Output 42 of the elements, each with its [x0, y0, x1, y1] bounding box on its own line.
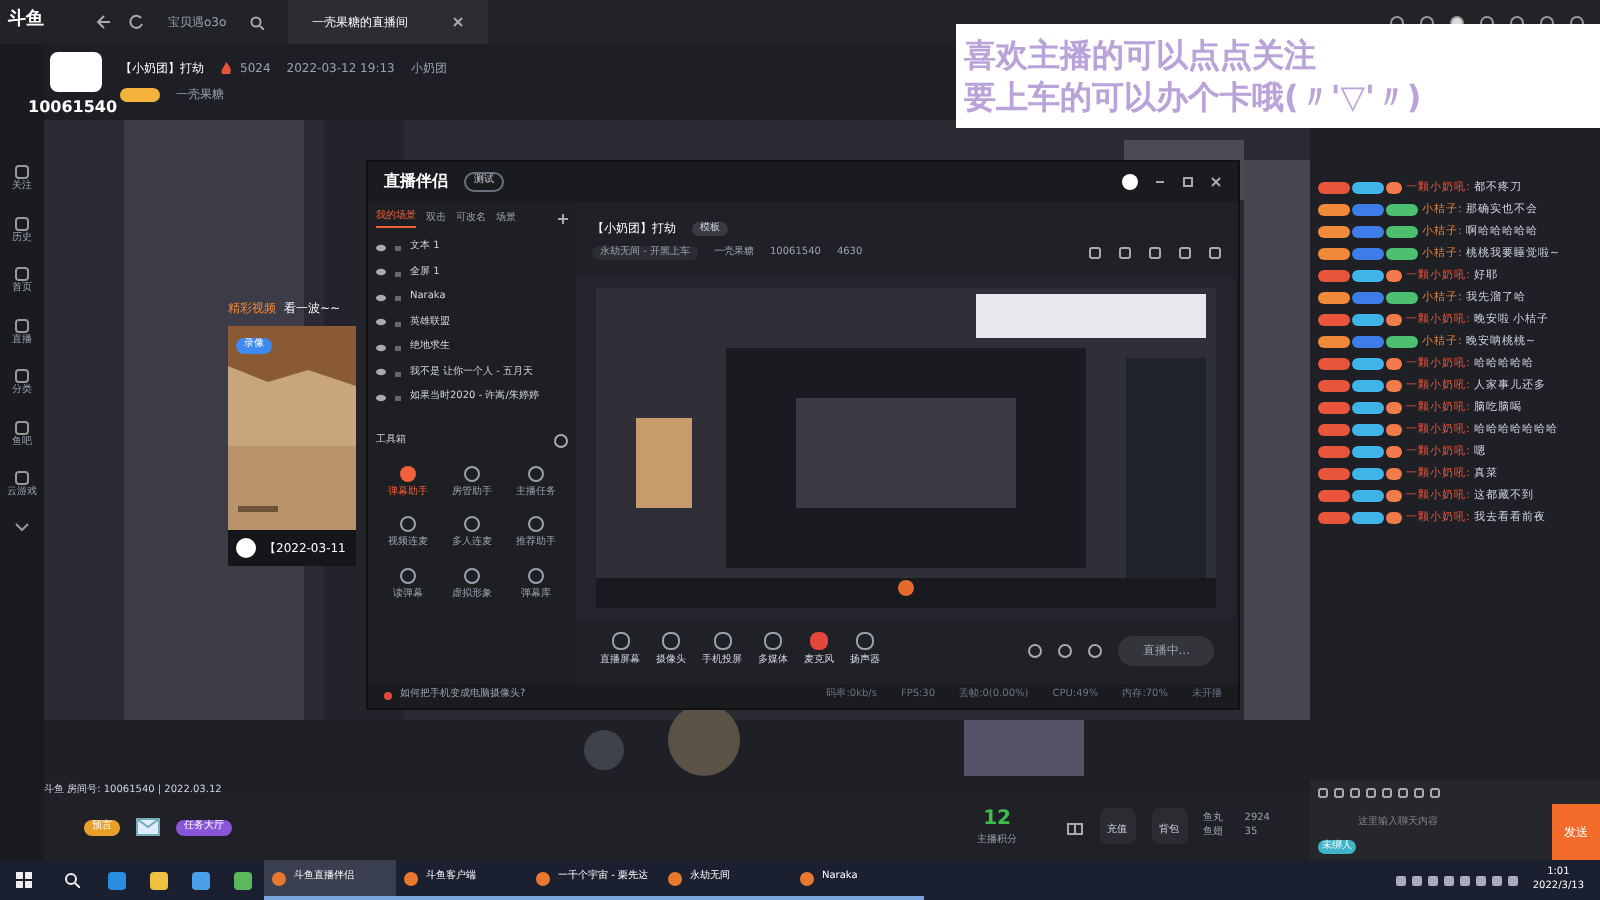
user-badges — [1318, 510, 1402, 524]
nav-icon[interactable] — [14, 266, 30, 282]
user-badges — [1318, 202, 1418, 216]
fire-icon — [220, 62, 232, 76]
streamer-avatar — [50, 52, 102, 92]
search-icon[interactable] — [250, 15, 264, 29]
user-badges — [1318, 422, 1402, 436]
user-badges — [1318, 356, 1402, 370]
close-icon[interactable] — [452, 16, 464, 28]
nav-icon[interactable] — [14, 215, 30, 231]
windows-icon[interactable] — [16, 872, 32, 888]
level-badge — [120, 88, 160, 102]
app-icon[interactable] — [234, 871, 252, 889]
room-number-overlay: 10061540 — [28, 96, 118, 120]
notice-text: 喜欢主播的可以点点关注 — [964, 34, 1318, 76]
nav-icon[interactable] — [14, 470, 30, 486]
user-badges — [1318, 246, 1418, 260]
nav-icon[interactable] — [14, 368, 30, 384]
refresh-icon[interactable] — [128, 14, 144, 30]
nav-icon[interactable] — [14, 419, 30, 435]
notice-text: 要上车的可以办个卡哦(〃'▽'〃) — [964, 76, 1424, 118]
user-badges — [1318, 488, 1402, 502]
back-icon[interactable] — [96, 14, 112, 30]
user-badges — [1318, 268, 1402, 282]
user-badges — [1318, 444, 1402, 458]
expand-icon[interactable] — [14, 521, 30, 531]
user-badges — [1318, 290, 1418, 304]
user-badges — [1318, 180, 1402, 194]
mail-icon[interactable] — [136, 817, 160, 835]
store-icon[interactable] — [192, 871, 210, 889]
nav-icon[interactable] — [14, 164, 30, 180]
nav-icon[interactable] — [14, 317, 30, 333]
user-badges — [1318, 400, 1402, 414]
app-logo: 斗鱼 — [6, 8, 46, 35]
user-badges — [1318, 224, 1418, 238]
user-badges — [1318, 334, 1418, 348]
user-badges — [1318, 466, 1402, 480]
browser-icon[interactable] — [108, 871, 126, 889]
folder-icon[interactable] — [150, 871, 168, 889]
user-badges — [1318, 378, 1402, 392]
score-value: 12 — [983, 805, 1011, 834]
user-badges — [1318, 312, 1402, 326]
